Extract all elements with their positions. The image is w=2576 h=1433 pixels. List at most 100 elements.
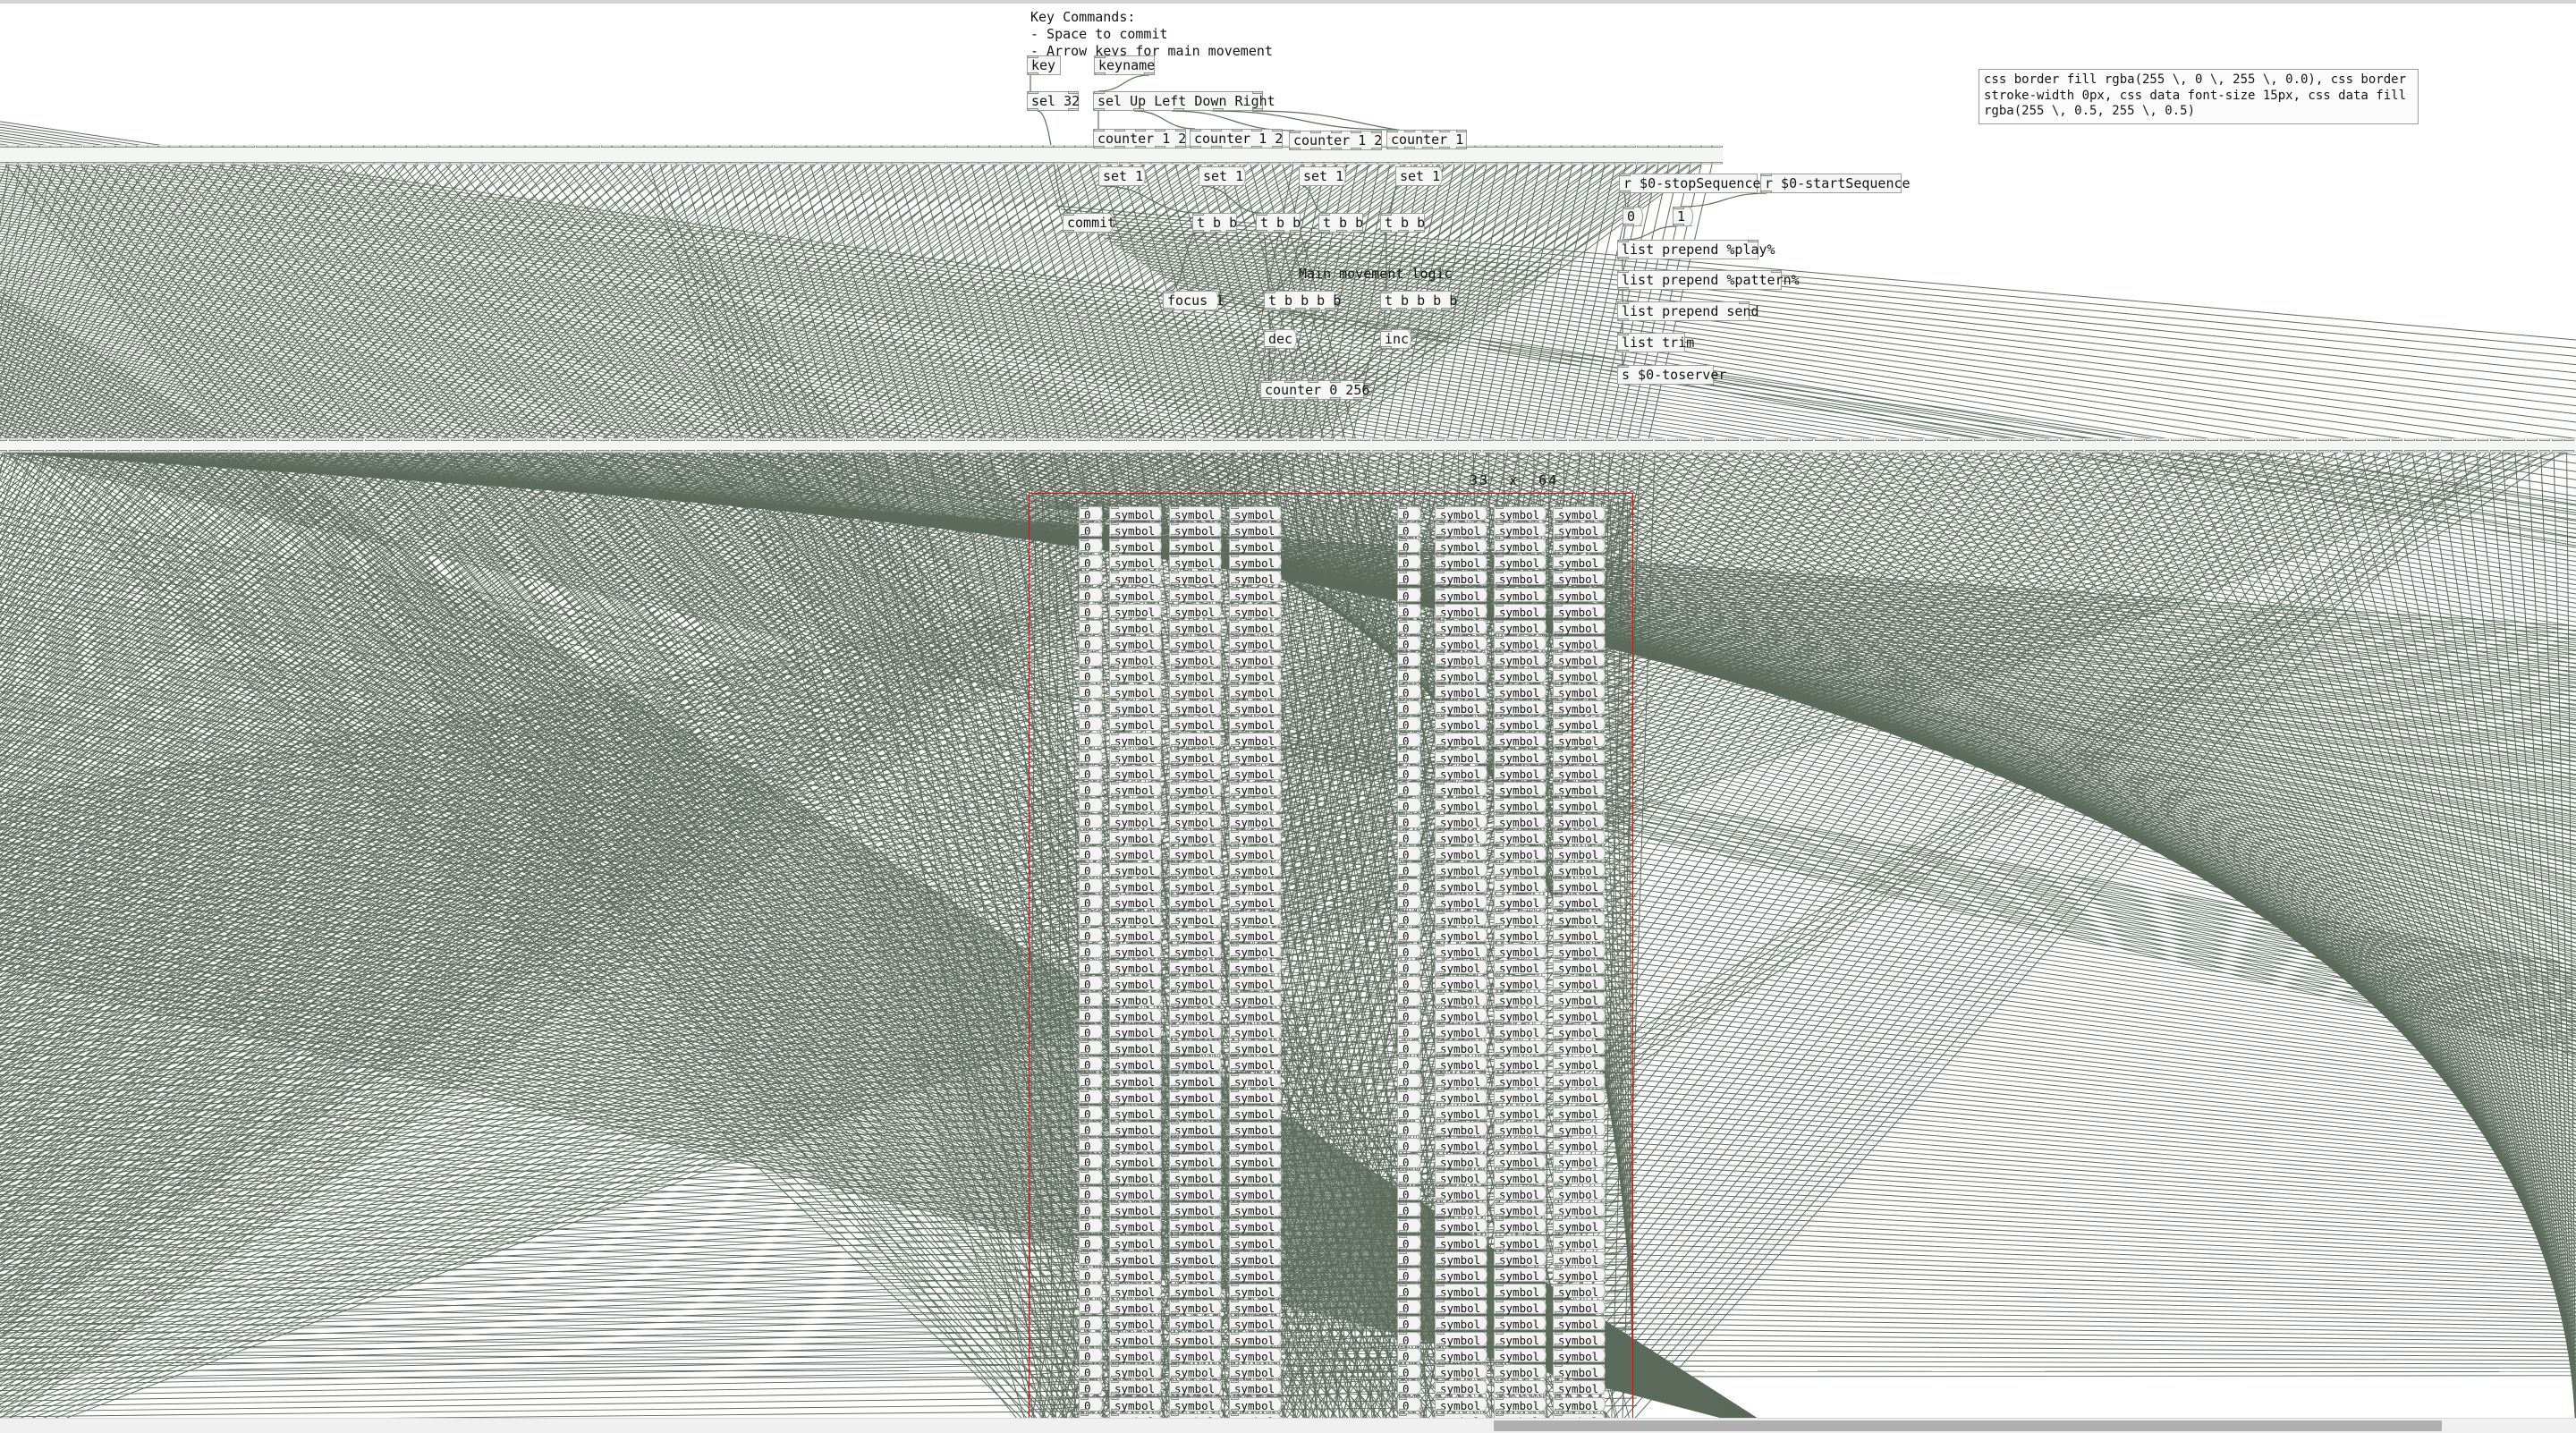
- outlet-nub[interactable]: [2453, 450, 2464, 452]
- inlet-nub[interactable]: [1381, 329, 1392, 332]
- grid-symbol-box[interactable]: symbol: [1109, 1121, 1162, 1136]
- inlet-nub[interactable]: [1887, 439, 1899, 441]
- inlet-nub[interactable]: [7, 146, 19, 148]
- outlet-nub[interactable]: [1703, 450, 1715, 452]
- grid-symbol-box[interactable]: symbol: [1553, 651, 1606, 666]
- inlet-nub[interactable]: [1111, 797, 1119, 801]
- outlet-nub[interactable]: [1171, 1246, 1179, 1250]
- grid-symbol-box[interactable]: symbol: [1229, 1202, 1282, 1217]
- inlet-nub[interactable]: [1111, 911, 1119, 914]
- inlet-nub[interactable]: [1126, 439, 1138, 441]
- inlet-nub[interactable]: [1625, 146, 1637, 148]
- outlet-nub[interactable]: [1111, 1036, 1119, 1039]
- outlet-nub[interactable]: [1618, 318, 1629, 321]
- outlet-nub[interactable]: [1231, 809, 1239, 812]
- inlet-nub[interactable]: [1353, 380, 1364, 383]
- inlet-nub[interactable]: [1436, 765, 1445, 768]
- inlet-nub[interactable]: [492, 146, 504, 148]
- outlet-nub[interactable]: [217, 450, 229, 452]
- outlet-nub[interactable]: [125, 162, 137, 164]
- outlet-nub[interactable]: [0, 162, 7, 164]
- outlet-nub[interactable]: [1080, 825, 1089, 828]
- outlet-nub[interactable]: [1496, 631, 1504, 634]
- inlet-nub[interactable]: [1555, 1364, 1563, 1368]
- inlet-nub[interactable]: [1111, 635, 1119, 639]
- outlet-nub[interactable]: [1111, 987, 1119, 990]
- inlet-nub[interactable]: [1555, 1154, 1563, 1157]
- inlet-nub[interactable]: [1290, 131, 1301, 133]
- outlet-nub[interactable]: [589, 162, 601, 164]
- grid-symbol-box[interactable]: symbol: [1435, 684, 1487, 700]
- outlet-nub[interactable]: [1436, 1166, 1445, 1168]
- inlet-nub[interactable]: [1582, 146, 1594, 148]
- outlet-nub[interactable]: [1080, 971, 1089, 974]
- inlet-nub[interactable]: [1496, 1186, 1504, 1190]
- outlet-nub[interactable]: [1080, 842, 1089, 844]
- outlet-nub[interactable]: [1618, 257, 1629, 259]
- inlet-nub[interactable]: [1224, 439, 1236, 441]
- grid-symbol-box[interactable]: symbol: [1229, 1316, 1282, 1330]
- outlet-nub[interactable]: [1290, 230, 1301, 233]
- outlet-nub[interactable]: [675, 162, 687, 164]
- inlet-nub[interactable]: [1080, 846, 1089, 850]
- outlet-nub[interactable]: [205, 450, 216, 452]
- outlet-nub[interactable]: [1231, 1198, 1239, 1201]
- inlet-nub[interactable]: [1384, 439, 1395, 441]
- outlet-nub[interactable]: [1496, 922, 1504, 926]
- outlet-nub[interactable]: [1111, 744, 1119, 748]
- inlet-nub[interactable]: [460, 146, 471, 148]
- inlet-nub[interactable]: [1636, 146, 1648, 148]
- inlet-nub[interactable]: [1496, 555, 1504, 558]
- outlet-nub[interactable]: [1171, 598, 1179, 602]
- outlet-nub[interactable]: [1436, 842, 1445, 844]
- outlet-nub[interactable]: [1420, 162, 1432, 164]
- inlet-nub[interactable]: [1261, 439, 1273, 441]
- grid-symbol-box[interactable]: symbol: [1169, 1251, 1222, 1266]
- grid-symbol-box[interactable]: symbol: [1553, 1299, 1606, 1314]
- outlet-nub[interactable]: [365, 450, 376, 452]
- outlet-nub[interactable]: [1495, 450, 1506, 452]
- grid-number-box[interactable]: 0: [1079, 781, 1103, 796]
- grid-number-box[interactable]: 0: [1397, 1008, 1421, 1023]
- grid-symbol-box[interactable]: symbol: [1109, 555, 1162, 570]
- outlet-nub[interactable]: [278, 450, 290, 452]
- outlet-nub[interactable]: [1496, 1036, 1504, 1039]
- outlet-nub[interactable]: [2207, 450, 2218, 452]
- outlet-nub[interactable]: [1231, 1132, 1239, 1136]
- inlet-nub[interactable]: [954, 439, 966, 441]
- inlet-nub[interactable]: [1231, 749, 1239, 752]
- outlet-nub[interactable]: [143, 450, 155, 452]
- outlet-nub[interactable]: [1171, 1360, 1179, 1363]
- inlet-nub[interactable]: [61, 146, 72, 148]
- grid-symbol-box[interactable]: symbol: [1229, 1040, 1282, 1056]
- outlet-nub[interactable]: [402, 450, 413, 452]
- outlet-nub[interactable]: [881, 162, 893, 164]
- grid-number-box[interactable]: 0: [1397, 506, 1421, 521]
- inlet-nub[interactable]: [1111, 943, 1119, 946]
- inlet-nub[interactable]: [1555, 1267, 1563, 1270]
- outlet-nub[interactable]: [1436, 1360, 1445, 1363]
- grid-symbol-box[interactable]: symbol: [1494, 975, 1546, 990]
- inlet-nub[interactable]: [1399, 1218, 1407, 1222]
- inlet-nub[interactable]: [1171, 830, 1179, 833]
- outlet-nub[interactable]: [1436, 1116, 1445, 1120]
- inlet-nub[interactable]: [1080, 1056, 1089, 1060]
- outlet-nub[interactable]: [451, 450, 462, 452]
- outlet-nub[interactable]: [1436, 1214, 1445, 1217]
- grid-number-box[interactable]: 0: [1397, 668, 1421, 683]
- outlet-nub[interactable]: [1399, 534, 1407, 538]
- grid-symbol-box[interactable]: symbol: [1229, 668, 1282, 683]
- grid-symbol-box[interactable]: symbol: [1494, 1299, 1546, 1314]
- outlet-nub[interactable]: [2354, 450, 2366, 452]
- outlet-nub[interactable]: [1111, 922, 1119, 926]
- inlet-nub[interactable]: [2478, 439, 2489, 441]
- grid-number-box[interactable]: 0: [1397, 684, 1421, 700]
- grid-symbol-box[interactable]: symbol: [1109, 506, 1162, 521]
- outlet-nub[interactable]: [1377, 162, 1388, 164]
- outlet-nub[interactable]: [1777, 450, 1789, 452]
- inlet-nub[interactable]: [1021, 146, 1032, 148]
- inlet-nub[interactable]: [2428, 439, 2440, 441]
- grid-symbol-box[interactable]: symbol: [1435, 1056, 1487, 1072]
- inlet-nub[interactable]: [389, 439, 401, 441]
- inlet-nub[interactable]: [1080, 1267, 1089, 1270]
